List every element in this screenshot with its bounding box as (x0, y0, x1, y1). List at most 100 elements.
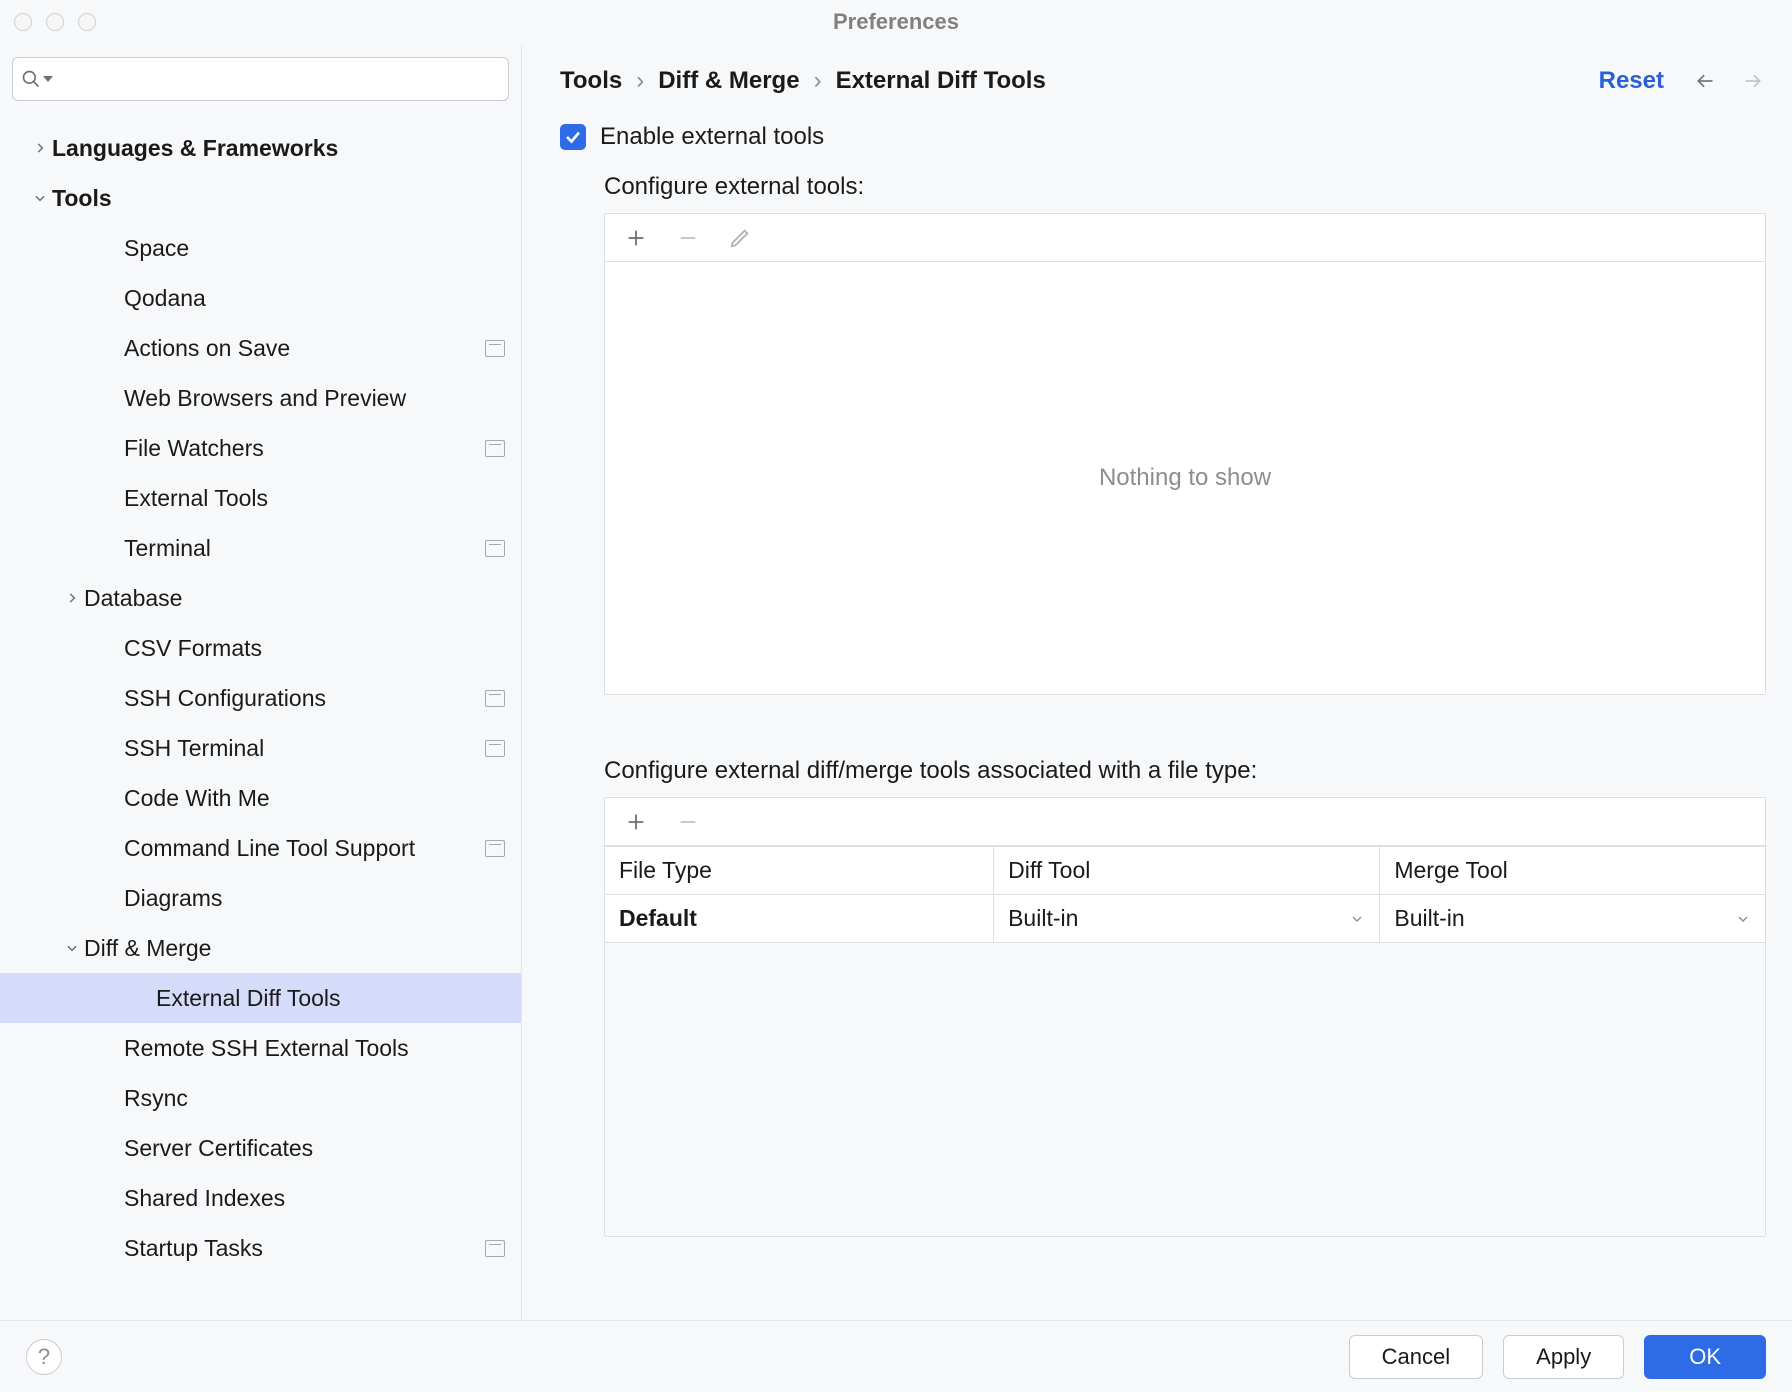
chevron-right-icon[interactable] (28, 141, 52, 155)
col-diff-tool: Diff Tool (994, 847, 1380, 895)
col-file-type: File Type (605, 847, 994, 895)
per-project-icon (485, 840, 505, 857)
main-panel: Tools › Diff & Merge › External Diff Too… (522, 45, 1792, 1320)
sidebar-item[interactable]: Startup Tasks (0, 1223, 521, 1273)
reset-link[interactable]: Reset (1599, 67, 1664, 95)
ok-button[interactable]: OK (1644, 1335, 1766, 1379)
sidebar-item[interactable]: File Watchers (0, 423, 521, 473)
window-controls (14, 13, 96, 31)
sidebar-item[interactable]: External Tools (0, 473, 521, 523)
checkmark-icon (564, 128, 582, 146)
sidebar-item-label: Terminal (124, 535, 485, 562)
page-title: Preferences (833, 9, 959, 35)
diff-tool-select[interactable]: Built-in (1008, 905, 1365, 932)
sidebar-item-label: Diff & Merge (84, 935, 505, 962)
sidebar-item[interactable]: Shared Indexes (0, 1173, 521, 1223)
add-button[interactable] (623, 809, 649, 835)
minimize-icon[interactable] (46, 13, 64, 31)
sidebar-item[interactable]: SSH Configurations (0, 673, 521, 723)
enable-label: Enable external tools (600, 123, 824, 151)
toolbar (605, 214, 1765, 262)
sidebar-item[interactable]: External Diff Tools (0, 973, 521, 1023)
remove-button[interactable] (675, 225, 701, 251)
footer: ? Cancel Apply OK (0, 1320, 1792, 1392)
search-input[interactable] (12, 57, 509, 101)
sidebar: Languages & FrameworksTools Space Qodana Ac… (0, 45, 522, 1320)
sidebar-item-label: Command Line Tool Support (124, 835, 485, 862)
sidebar-item[interactable]: Remote SSH External Tools (0, 1023, 521, 1073)
add-button[interactable] (623, 225, 649, 251)
sidebar-item[interactable]: Space (0, 223, 521, 273)
sidebar-item[interactable]: Actions on Save (0, 323, 521, 373)
sidebar-item-label: Qodana (124, 285, 505, 312)
sidebar-item-label: SSH Terminal (124, 735, 485, 762)
apply-button[interactable]: Apply (1503, 1335, 1624, 1379)
search-options-icon[interactable] (43, 76, 53, 82)
enable-checkbox[interactable] (560, 124, 586, 150)
edit-button[interactable] (727, 225, 753, 251)
chevron-down-icon (1735, 911, 1751, 927)
sidebar-item[interactable]: Tools (0, 173, 521, 223)
sidebar-item[interactable]: Languages & Frameworks (0, 123, 521, 173)
sidebar-item[interactable]: Terminal (0, 523, 521, 573)
merge-tool-select[interactable]: Built-in (1394, 905, 1751, 932)
forward-icon[interactable] (1740, 71, 1766, 91)
zoom-icon[interactable] (78, 13, 96, 31)
per-project-icon (485, 340, 505, 357)
remove-button[interactable] (675, 809, 701, 835)
sidebar-item[interactable]: Web Browsers and Preview (0, 373, 521, 423)
diff-merge-table-box: File Type Diff Tool Merge Tool Default B… (604, 797, 1766, 1237)
sidebar-item-label: Actions on Save (124, 335, 485, 362)
sidebar-item[interactable]: Rsync (0, 1073, 521, 1123)
settings-tree[interactable]: Languages & FrameworksTools Space Qodana Ac… (0, 113, 521, 1320)
pencil-icon (729, 227, 751, 249)
search-field[interactable] (53, 68, 500, 91)
sidebar-item[interactable]: SSH Terminal (0, 723, 521, 773)
sidebar-item[interactable]: Command Line Tool Support (0, 823, 521, 873)
file-type-table[interactable]: File Type Diff Tool Merge Tool Default B… (605, 846, 1765, 943)
sidebar-item[interactable]: CSV Formats (0, 623, 521, 673)
question-icon: ? (38, 1344, 50, 1370)
sidebar-item[interactable]: Server Certificates (0, 1123, 521, 1173)
sidebar-item[interactable]: Code With Me (0, 773, 521, 823)
sidebar-item[interactable]: Diagrams (0, 873, 521, 923)
per-project-icon (485, 1240, 505, 1257)
breadcrumb-item[interactable]: Tools (560, 67, 622, 95)
plus-icon (625, 811, 647, 833)
chevron-right-icon[interactable] (60, 591, 84, 605)
cell-value: Built-in (1008, 905, 1078, 932)
help-button[interactable]: ? (26, 1339, 62, 1375)
back-icon[interactable] (1692, 71, 1718, 91)
sidebar-item[interactable]: Database (0, 573, 521, 623)
table-row[interactable]: Default Built-in Built-in (605, 895, 1765, 943)
per-project-icon (485, 690, 505, 707)
search-icon (21, 69, 41, 89)
chevron-down-icon[interactable] (60, 941, 84, 955)
sidebar-item-label: Server Certificates (124, 1135, 505, 1162)
sidebar-item[interactable]: Qodana (0, 273, 521, 323)
section-label: Configure external diff/merge tools asso… (604, 757, 1766, 785)
sidebar-item-label: Remote SSH External Tools (124, 1035, 505, 1062)
sidebar-item-label: File Watchers (124, 435, 485, 462)
sidebar-item-label: SSH Configurations (124, 685, 485, 712)
chevron-right-icon: › (636, 67, 644, 95)
per-project-icon (485, 540, 505, 557)
sidebar-item[interactable]: Diff & Merge (0, 923, 521, 973)
col-merge-tool: Merge Tool (1380, 847, 1765, 895)
sidebar-item-label: Shared Indexes (124, 1185, 505, 1212)
toolbar (605, 798, 1765, 846)
minus-icon (677, 811, 699, 833)
cell-file-type: Default (619, 905, 697, 931)
chevron-down-icon (1349, 911, 1365, 927)
close-icon[interactable] (14, 13, 32, 31)
breadcrumb-item[interactable]: Diff & Merge (658, 67, 799, 95)
per-project-icon (485, 440, 505, 457)
sidebar-item-label: Web Browsers and Preview (124, 385, 505, 412)
sidebar-item-label: Space (124, 235, 505, 262)
chevron-down-icon[interactable] (28, 191, 52, 205)
cancel-button[interactable]: Cancel (1349, 1335, 1483, 1379)
sidebar-item-label: External Diff Tools (156, 985, 505, 1012)
cell-value: Built-in (1394, 905, 1464, 932)
section-label: Configure external tools: (604, 173, 1766, 201)
sidebar-item-label: CSV Formats (124, 635, 505, 662)
